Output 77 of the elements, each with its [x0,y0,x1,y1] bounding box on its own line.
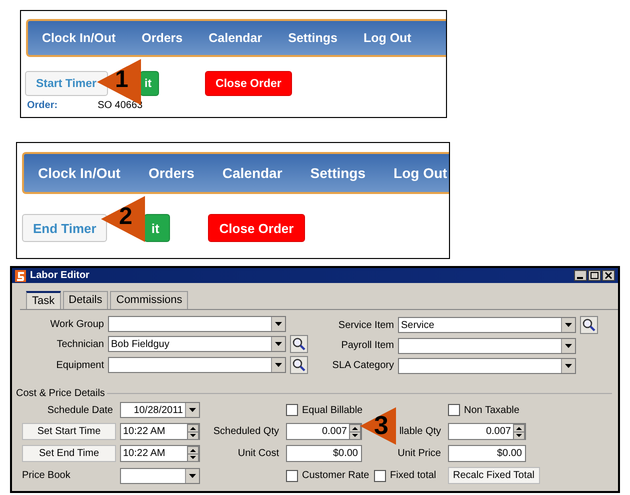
action-button[interactable]: Recalc Fixed Total [448,467,540,484]
nav-link[interactable]: Settings [310,165,366,181]
app-icon [15,270,26,282]
nav-link[interactable]: Clock In/Out [42,31,116,45]
dropdown-arrow-icon [275,363,282,367]
dropdown-arrow-icon [565,364,572,368]
nav-link[interactable]: Calendar [208,31,262,45]
tab[interactable]: Task [26,291,61,309]
search-icon [292,358,306,372]
checkbox[interactable]: Fixed total [374,470,436,482]
search-icon [292,337,306,351]
callout-number: 1 [115,68,128,92]
nav-link[interactable]: Log Out [394,165,448,181]
nav-link[interactable]: Log Out [363,31,412,45]
dropdown-arrow-icon [275,322,282,326]
dropdown-arrow-icon [189,408,196,412]
input-field[interactable]: $0.00 [448,445,526,462]
spinner-arrows-icon[interactable] [187,424,199,440]
dropdown-field[interactable] [108,316,286,332]
callout-number: 3 [374,412,388,438]
action-button[interactable]: Close Order [208,214,305,242]
dropdown-field[interactable] [108,357,286,373]
minimize-icon[interactable] [574,270,587,281]
tab[interactable]: Commissions [110,291,188,309]
dropdown-arrow-icon [275,342,282,346]
nav-link[interactable]: Orders [148,165,194,181]
field-label: Unit Price [398,448,442,459]
dropdown-field[interactable] [398,338,576,354]
field-label: llable Qty [399,426,442,437]
callout-arrow [101,196,145,242]
callout-number: 2 [119,205,132,229]
section-title: Cost & Price Details [16,388,105,399]
dropdown-field[interactable]: 10/28/2011 [120,402,200,418]
dropdown-arrow-icon [189,474,196,478]
field-label: Schedule Date [47,404,114,416]
dropdown-field[interactable]: Service [398,317,576,334]
input-field[interactable]: $0.00 [286,445,362,462]
window-title: Labor Editor [30,270,90,281]
maximize-icon[interactable] [588,270,601,281]
field-label: Work Group [49,318,104,330]
dropdown-field[interactable] [398,358,576,374]
dropdown-field[interactable] [120,468,200,484]
order-label: Order: [27,100,58,111]
spinner-arrows-icon[interactable] [349,424,361,440]
lookup-button[interactable] [290,335,308,353]
lookup-button[interactable] [290,356,308,374]
close-icon[interactable] [602,270,615,281]
field-label: Service Item [337,320,394,331]
spin-field[interactable]: 10:22 AM [120,445,200,462]
spin-field[interactable]: 10:22 AM [120,423,200,440]
checkbox[interactable]: Non Taxable [448,404,520,416]
nav-link[interactable]: Calendar [222,165,282,181]
action-button[interactable]: Set Start Time [22,423,116,440]
dropdown-field[interactable]: Bob Fieldguy [108,336,286,352]
field-label: Technician [56,338,104,350]
nav-link[interactable]: Orders [142,31,183,45]
nav-link[interactable]: Settings [288,31,338,45]
nav-link[interactable]: Clock In/Out [38,165,120,181]
dropdown-arrow-icon [565,344,572,348]
field-label: Price Book [22,470,72,481]
action-button[interactable]: Set End Time [22,445,116,462]
action-button[interactable]: Close Order [204,71,292,96]
checkbox[interactable]: Equal Billable [286,404,363,416]
spin-field[interactable]: 0.007 [448,423,526,440]
lookup-button[interactable] [580,316,598,334]
search-icon [582,318,596,332]
spin-field[interactable]: 0.007 [286,423,362,440]
field-label: Unit Cost [238,448,280,459]
field-label: Scheduled Qty [213,426,280,437]
dropdown-arrow-icon [565,323,572,328]
spinner-arrows-icon[interactable] [513,424,525,440]
field-label: Equipment [55,360,104,370]
spinner-arrows-icon[interactable] [187,446,199,462]
field-label: SLA Category [331,360,394,372]
checkbox[interactable]: Customer Rate [286,470,370,482]
field-label: Payroll Item [340,340,394,352]
tab[interactable]: Details [62,291,108,309]
